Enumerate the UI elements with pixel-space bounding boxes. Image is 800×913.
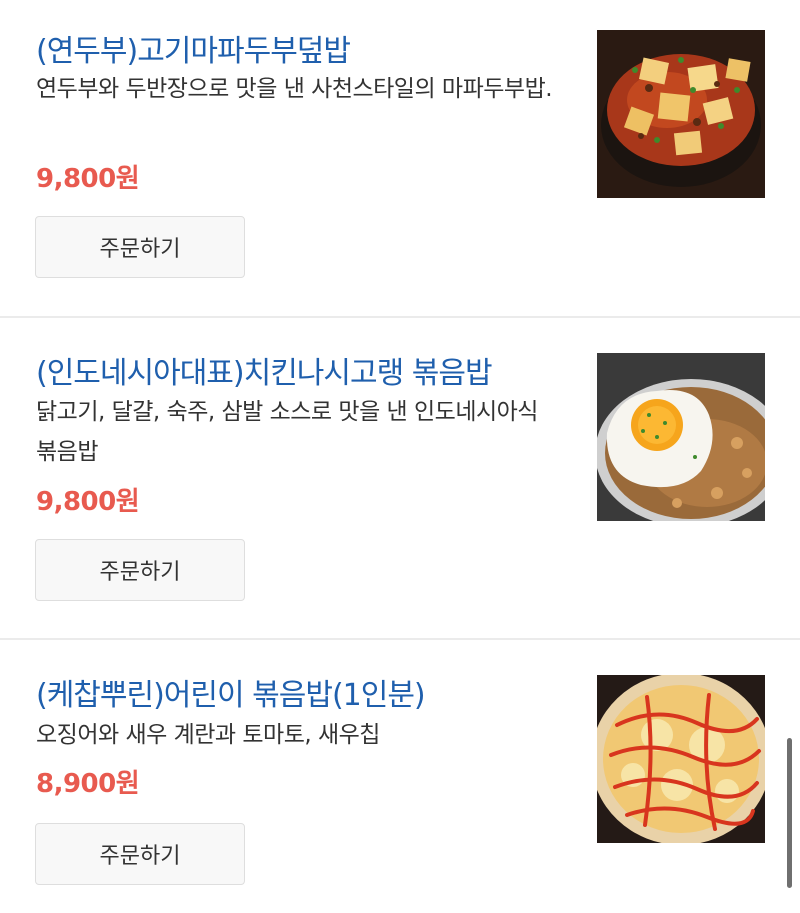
menu-item-price: 9,800원 [36,487,140,517]
order-button[interactable]: 주문하기 [35,539,245,601]
menu-item-price: 8,900원 [36,769,140,799]
menu-item-price: 9,800원 [36,164,140,194]
kids-fried-rice-photo[interactable] [597,675,765,843]
menu-item-description: 연두부와 두반장으로 맛을 낸 사천스타일의 마파두부밥. [36,76,553,102]
menu-item[interactable]: (연두부)고기마파두부덮밥 연두부와 두반장으로 맛을 낸 사천스타일의 마파두… [0,0,800,316]
menu-item-title[interactable]: (연두부)고기마파두부덮밥 [36,26,351,70]
mapo-tofu-rice-photo[interactable] [597,30,765,198]
nasi-goreng-photo[interactable] [597,353,765,521]
menu-item-title[interactable]: (케찹뿌린)어린이 볶음밥(1인분) [36,670,426,714]
menu-item[interactable]: (인도네시아대표)치킨나시고랭 볶음밥 닭고기, 달걀, 숙주, 삼발 소스로 … [0,318,800,638]
menu-item-title[interactable]: (인도네시아대표)치킨나시고랭 볶음밥 [36,348,493,392]
menu-item-description: 오징어와 새우 계란과 토마토, 새우칩 [36,722,380,748]
order-button[interactable]: 주문하기 [35,216,245,278]
menu-item[interactable]: (케찹뿌린)어린이 볶음밥(1인분) 오징어와 새우 계란과 토마토, 새우칩 … [0,640,800,913]
menu-item-description: 닭고기, 달걀, 숙주, 삼발 소스로 맛을 낸 인도네시아식 볶음밥 [36,399,538,465]
scrollbar[interactable] [787,738,792,888]
order-button[interactable]: 주문하기 [35,823,245,885]
